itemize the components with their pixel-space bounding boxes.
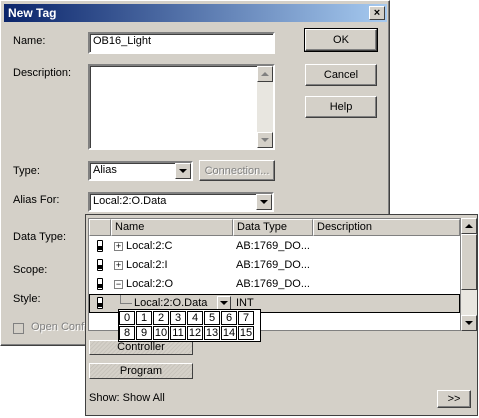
bit-cell[interactable]: 11 — [170, 326, 186, 340]
scroll-down-button[interactable] — [461, 315, 477, 331]
close-icon: × — [373, 7, 381, 19]
tag-type: INT — [236, 297, 254, 309]
bit-cell[interactable]: 13 — [204, 326, 220, 340]
window-title: New Tag — [8, 6, 57, 20]
connection-button[interactable]: Connection... — [199, 160, 275, 181]
bit-cell[interactable]: 5 — [204, 311, 220, 325]
header-description[interactable]: Description — [313, 219, 460, 236]
up-arrow-icon — [261, 72, 269, 76]
tag-name: Local:2:I — [126, 259, 168, 271]
chevron-down-icon — [179, 169, 187, 173]
description-scrollbar[interactable] — [257, 66, 273, 148]
type-select-value: Alias — [93, 164, 117, 176]
bit-dropdown-button[interactable] — [217, 296, 231, 310]
tag-type: AB:1769_DO... — [236, 259, 310, 271]
bit-cell[interactable]: 8 — [119, 326, 135, 340]
alias-for-label: Alias For: — [13, 194, 60, 206]
description-textarea[interactable] — [88, 64, 275, 150]
tag-type: AB:1769_DO... — [236, 240, 310, 252]
bit-cell[interactable]: 9 — [136, 326, 152, 340]
bit-cell[interactable]: 7 — [238, 311, 254, 325]
tag-name: Local:2:O.Data — [134, 297, 208, 309]
name-input-value: OB16_Light — [93, 35, 152, 47]
scope-label: Scope: — [13, 264, 48, 276]
type-dropdown-button[interactable] — [175, 163, 191, 179]
show-filter-label: Show: Show All — [89, 392, 165, 404]
style-label: Style: — [13, 293, 41, 305]
ok-button[interactable]: OK — [304, 28, 378, 52]
chevron-down-icon — [220, 301, 228, 305]
name-label: Name: — [13, 35, 46, 47]
tag-row[interactable]: + Local:2:C AB:1769_DO... — [89, 237, 460, 256]
alias-for-select[interactable]: Local:2:O.Data — [88, 192, 274, 212]
grid-scrollbar[interactable] — [461, 218, 477, 331]
data-type-label: Data Type: — [13, 231, 66, 243]
scope-program-button[interactable]: Program — [89, 363, 193, 379]
tag-name: Local:2:C — [126, 240, 173, 252]
bit-cell[interactable]: 6 — [221, 311, 237, 325]
bit-cell[interactable]: 0 — [119, 311, 135, 325]
tag-browser-popup: Name Data Type Description + Local:2:C A… — [85, 214, 478, 416]
up-arrow-icon — [465, 224, 473, 228]
collapse-icon[interactable]: − — [114, 280, 123, 289]
scroll-up-button[interactable] — [257, 66, 273, 82]
tree-line — [120, 303, 132, 304]
header-icon-column — [89, 219, 111, 236]
scroll-up-button[interactable] — [461, 218, 477, 234]
bit-cell[interactable]: 2 — [153, 311, 169, 325]
tree-line — [120, 295, 121, 303]
tag-icon — [97, 297, 103, 309]
bit-cell[interactable]: 3 — [170, 311, 186, 325]
cancel-button[interactable]: Cancel — [305, 64, 377, 86]
bit-cell[interactable]: 14 — [221, 326, 237, 340]
down-arrow-icon — [261, 138, 269, 142]
bit-selector: 0 1 2 3 4 5 6 7 8 9 10 11 12 13 14 15 — [118, 309, 261, 342]
tag-name: Local:2:O — [126, 278, 174, 290]
scope-controller-button[interactable]: Controller — [89, 340, 193, 355]
header-data-type[interactable]: Data Type — [233, 219, 313, 236]
help-button[interactable]: Help — [305, 96, 377, 118]
bit-cell[interactable]: 4 — [187, 311, 203, 325]
type-label: Type: — [13, 165, 40, 177]
tag-icon — [97, 278, 103, 290]
alias-for-dropdown-button[interactable] — [256, 194, 272, 210]
header-name[interactable]: Name — [111, 219, 233, 236]
bit-cell[interactable]: 10 — [153, 326, 169, 340]
alias-for-value: Local:2:O.Data — [93, 195, 167, 207]
tag-type: AB:1769_DO... — [236, 278, 310, 290]
scroll-thumb[interactable] — [461, 234, 477, 290]
expand-icon[interactable]: + — [114, 261, 123, 270]
bit-cell[interactable]: 15 — [238, 326, 254, 340]
scroll-down-button[interactable] — [257, 132, 273, 148]
down-arrow-icon — [465, 321, 473, 325]
open-config-checkbox[interactable] — [13, 323, 24, 334]
open-config-label: Open Confi — [31, 321, 87, 333]
name-input[interactable]: OB16_Light — [88, 32, 275, 54]
title-bar[interactable]: New Tag × — [4, 4, 387, 22]
type-select[interactable]: Alias — [88, 161, 193, 181]
chevron-down-icon — [260, 200, 268, 204]
tag-icon — [97, 240, 103, 252]
tag-icon — [97, 259, 103, 271]
close-button[interactable]: × — [369, 6, 385, 20]
tag-row[interactable]: − Local:2:O AB:1769_DO... — [89, 275, 460, 294]
description-label: Description: — [13, 67, 72, 79]
more-button[interactable]: >> — [437, 390, 471, 408]
bit-cell[interactable]: 12 — [187, 326, 203, 340]
tag-row[interactable]: + Local:2:I AB:1769_DO... — [89, 256, 460, 275]
bit-cell[interactable]: 1 — [136, 311, 152, 325]
expand-icon[interactable]: + — [114, 242, 123, 251]
